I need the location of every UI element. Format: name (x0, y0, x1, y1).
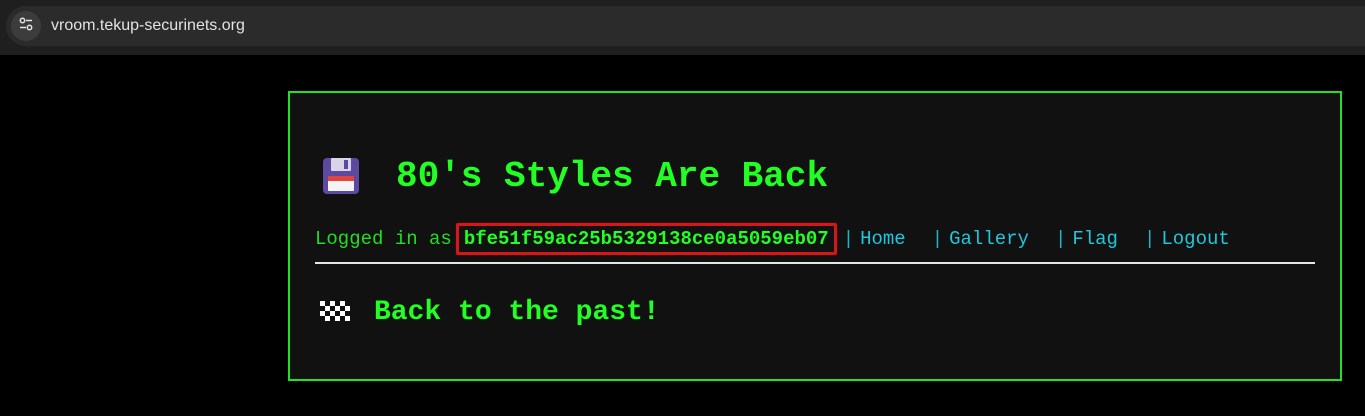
floppy-disk-icon (321, 156, 361, 196)
page-title: 80's Styles Are Back (396, 155, 829, 197)
subtitle-row: Back to the past! (320, 293, 660, 331)
nav-logout-link[interactable]: Logout (1161, 228, 1229, 250)
nav-separator: | (1143, 228, 1156, 250)
browser-toolbar: vroom.tekup-securinets.org (0, 0, 1365, 55)
nav-separator: | (842, 228, 855, 250)
title-row: 80's Styles Are Back (321, 153, 828, 199)
nav-separator: | (1054, 228, 1067, 250)
divider (315, 262, 1315, 264)
nav-home-link[interactable]: Home (860, 228, 906, 250)
nav-bar: Logged in as bfe51f59ac25b5329138ce0a505… (315, 223, 1230, 255)
site-info-button[interactable] (11, 11, 41, 41)
tune-icon (18, 16, 34, 37)
logged-in-label: Logged in as (315, 228, 452, 250)
page-subtitle: Back to the past! (374, 296, 660, 328)
address-bar[interactable]: vroom.tekup-securinets.org (6, 6, 1365, 46)
user-id: bfe51f59ac25b5329138ce0a5059eb07 (455, 223, 837, 255)
nav-flag-link[interactable]: Flag (1072, 228, 1118, 250)
main-panel: 80's Styles Are Back Logged in as bfe51f… (288, 91, 1342, 381)
nav-gallery-link[interactable]: Gallery (949, 228, 1029, 250)
url-text[interactable]: vroom.tekup-securinets.org (51, 17, 245, 35)
nav-separator: | (931, 228, 944, 250)
checkered-flag-icon (320, 301, 352, 323)
